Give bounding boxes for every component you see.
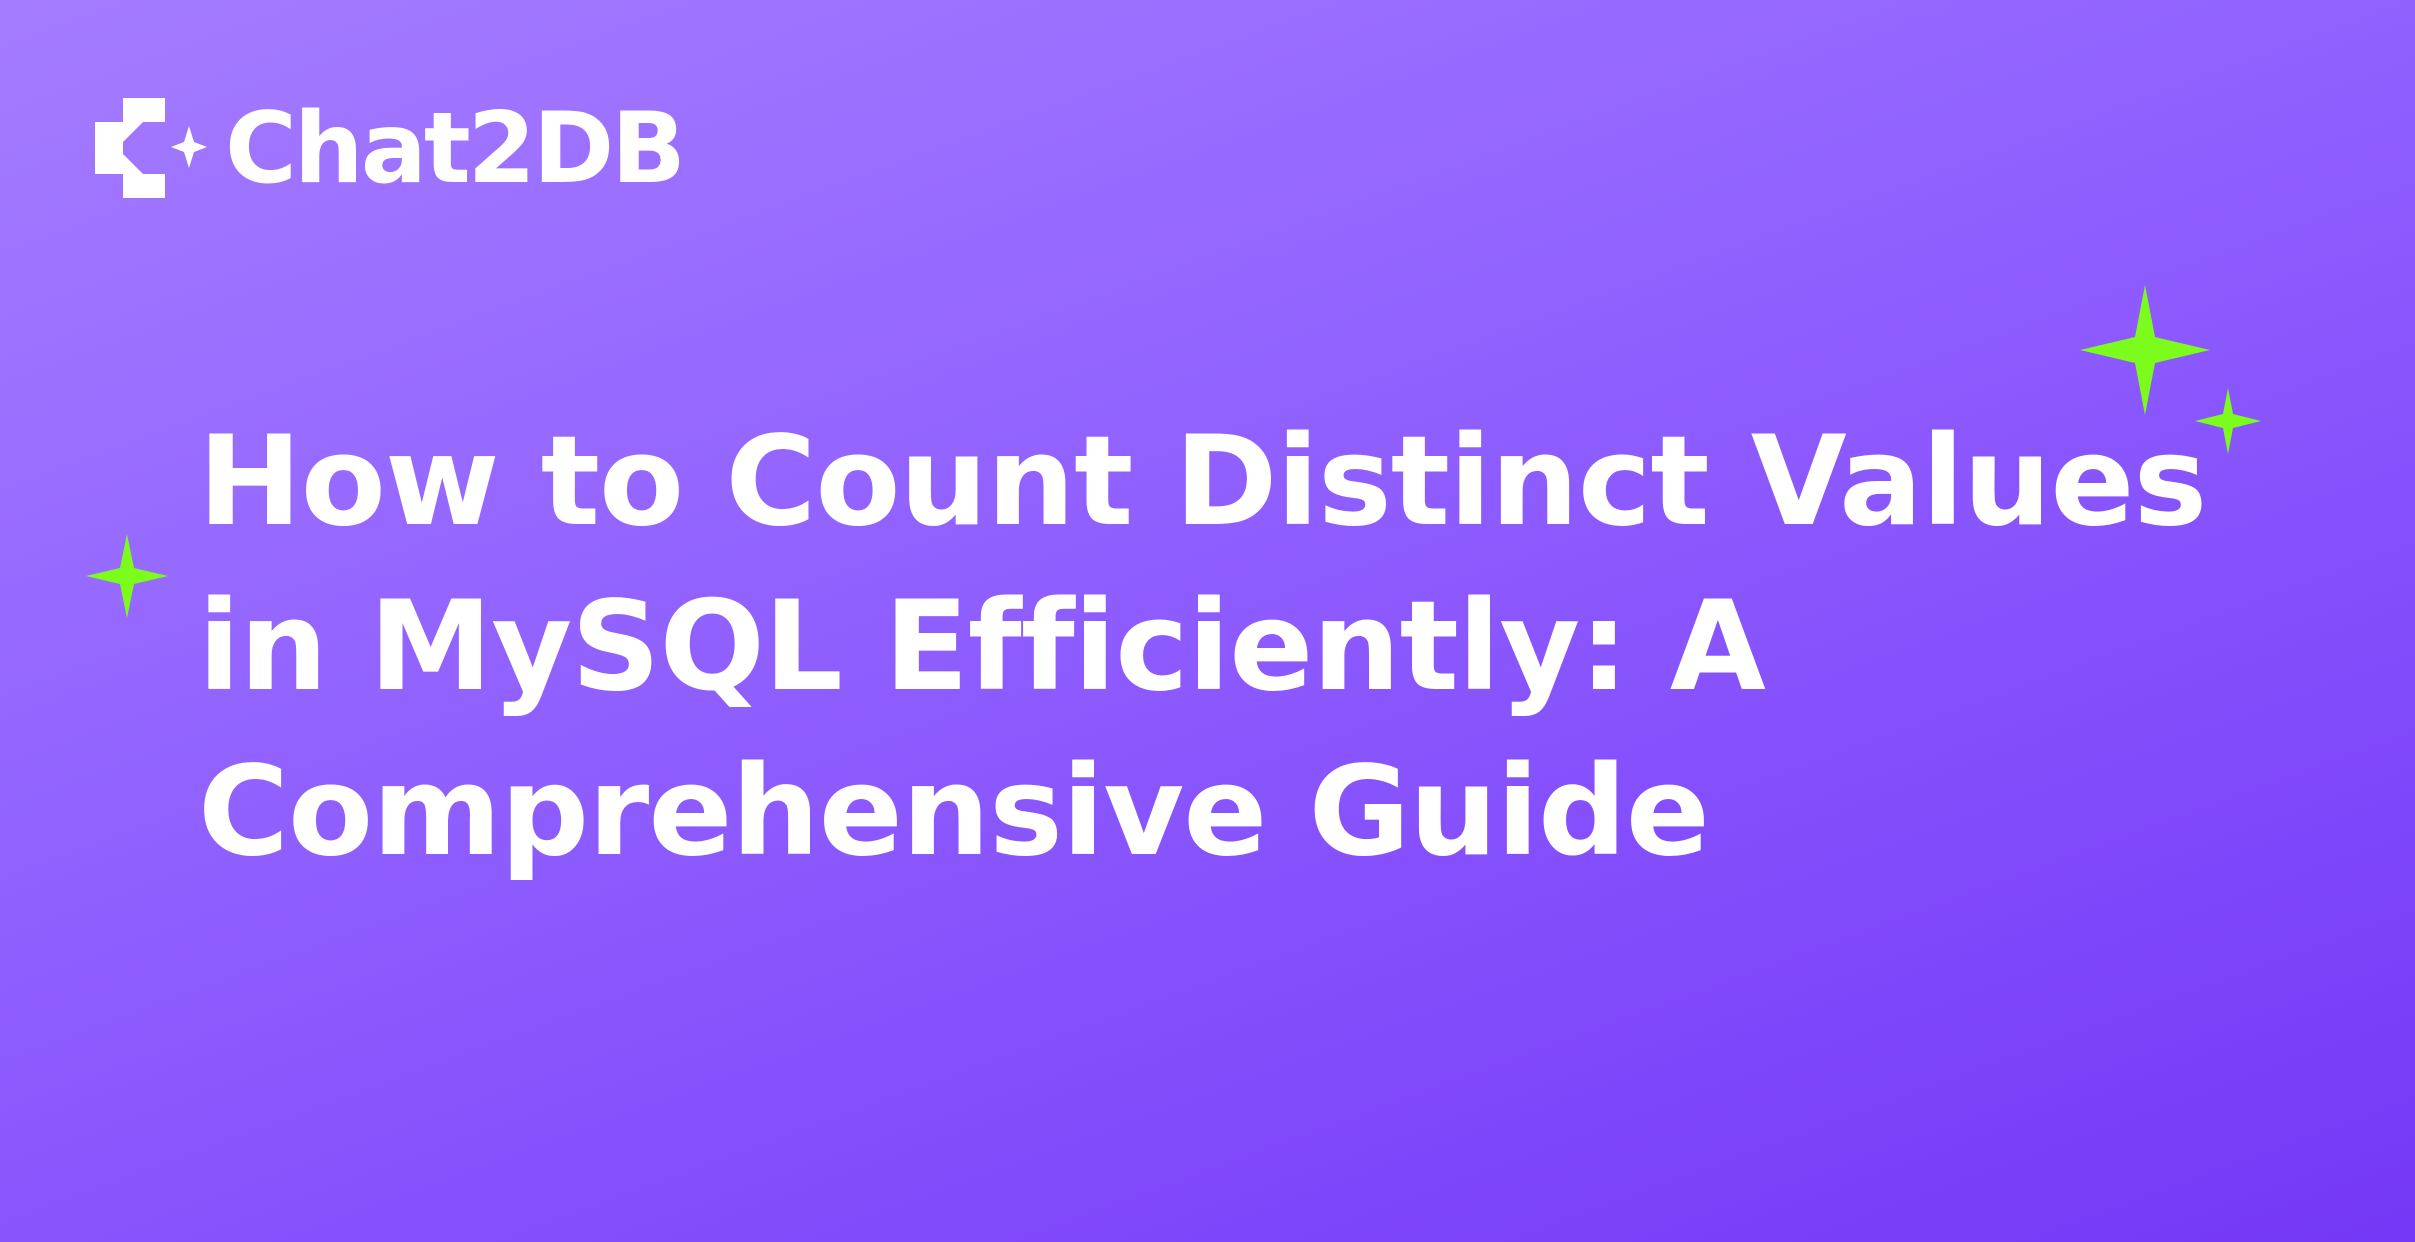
large-sparkle-icon [2080, 285, 2210, 415]
title-line-1: How to Count Distinct Values [198, 410, 2207, 554]
chat2db-logo-icon [95, 98, 215, 200]
left-sparkle-icon [86, 534, 168, 618]
brand-logo: Chat2DB [95, 92, 686, 206]
title-line-2: in MySQL Efficiently: A [198, 575, 1766, 719]
brand-name: Chat2DB [225, 92, 686, 206]
small-sparkle-icon [2195, 388, 2261, 454]
title-line-3: Comprehensive Guide [198, 740, 1710, 884]
page-title: How to Count Distinct Values in MySQL Ef… [198, 400, 2207, 895]
banner-canvas: Chat2DB How to Count Distinct Values in … [0, 0, 2415, 1242]
